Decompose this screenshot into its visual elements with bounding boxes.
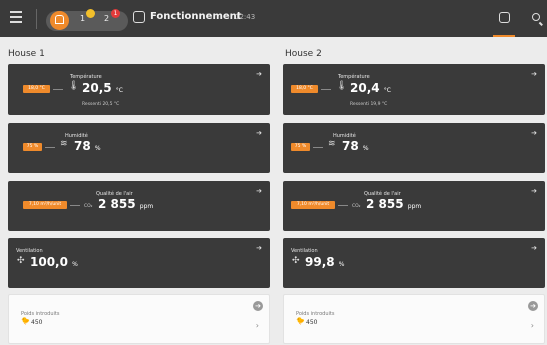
arrow-right-icon[interactable]: ➔ xyxy=(530,244,538,252)
air-quality-card[interactable]: ➔ 7,10 m³/h/unit Qualité de l'air CO₂ 2 … xyxy=(8,181,270,231)
top-bar: 1 2 1 Fonctionnement 12:43 xyxy=(0,0,547,37)
thermometer-icon: 🌡 xyxy=(336,81,348,91)
temperature-card[interactable]: ➔ 18,0 °C Température 🌡 20,5 °C Ressenti… xyxy=(8,64,270,115)
fan-icon: ✣ xyxy=(292,256,300,266)
card-label: Température xyxy=(70,74,102,80)
weight-value: 450 xyxy=(31,319,43,326)
chick-icon: 🐤 xyxy=(296,317,305,325)
setpoint-tag: 18,0 °C xyxy=(291,85,318,93)
weight-card[interactable]: ➔ › Poids introduits 450 🐤 xyxy=(283,294,545,344)
air-quality-card[interactable]: ➔ 7,10 m³/h/unit Qualité de l'air CO₂ 2 … xyxy=(283,181,545,231)
air-quality-value: 2 855 ppm xyxy=(366,197,422,211)
card-label: Ventilation xyxy=(16,248,43,254)
clock: 12:43 xyxy=(235,13,256,21)
arrow-right-icon[interactable]: ➔ xyxy=(255,244,263,252)
pill-item-1[interactable]: 1 xyxy=(80,14,85,23)
thermometer-icon: 🌡 xyxy=(68,81,80,91)
arrow-right-icon[interactable]: ➔ xyxy=(528,301,538,311)
home-icon xyxy=(55,15,64,24)
home-icon xyxy=(499,12,510,23)
active-indicator xyxy=(493,35,515,37)
arrow-right-icon[interactable]: ➔ xyxy=(253,301,263,311)
weight-value: 450 xyxy=(306,319,318,326)
setpoint-tag: 7,10 m³/h/unit xyxy=(23,201,67,209)
alert-badge-yellow xyxy=(86,9,95,18)
divider xyxy=(36,9,37,29)
arrow-right-icon[interactable]: ➔ xyxy=(530,70,538,78)
setpoint-tag: 75 % xyxy=(291,143,310,151)
card-label: Ventilation xyxy=(291,248,318,254)
humidity-card[interactable]: ➔ 75 % Humidité ≋ 78 % xyxy=(8,123,270,173)
status-icon xyxy=(133,11,145,23)
connector xyxy=(321,89,331,90)
ventilation-value: 100,0 % xyxy=(30,255,78,269)
chevron-right-icon[interactable]: › xyxy=(256,321,259,330)
status-label: Fonctionnement xyxy=(150,11,242,22)
humidity-value: 78 % xyxy=(74,139,101,153)
arrow-right-icon[interactable]: ➔ xyxy=(530,129,538,137)
fan-icon: ✣ xyxy=(17,256,25,266)
co2-label: CO₂ xyxy=(84,204,93,209)
humidity-card[interactable]: ➔ 75 % Humidité ≋ 78 % xyxy=(283,123,545,173)
temperature-value: 20,4 °C xyxy=(350,81,391,95)
ventilation-card[interactable]: ➔ Ventilation ✣ 99,8 % xyxy=(283,238,545,288)
alert-badge-red: 1 xyxy=(111,9,120,18)
humidity-value: 78 % xyxy=(342,139,369,153)
felt-temperature: Ressenti 19,9 °C xyxy=(350,102,388,107)
setpoint-tag: 75 % xyxy=(23,143,42,151)
connector xyxy=(70,205,80,206)
temperature-value: 20,5 °C xyxy=(82,81,123,95)
arrow-right-icon[interactable]: ➔ xyxy=(255,129,263,137)
air-quality-value: 2 855 ppm xyxy=(98,197,154,211)
co2-label: CO₂ xyxy=(352,204,361,209)
weight-card[interactable]: ➔ › Poids introduits 450 🐤 xyxy=(8,294,270,344)
ventilation-value: 99,8 % xyxy=(305,255,345,269)
arrow-right-icon[interactable]: ➔ xyxy=(255,70,263,78)
connector xyxy=(45,147,55,148)
house-title: House 1 xyxy=(8,49,45,59)
connector xyxy=(338,205,348,206)
house-title: House 2 xyxy=(285,49,322,59)
search-icon[interactable] xyxy=(532,13,540,21)
menu-icon[interactable] xyxy=(10,11,22,23)
chick-icon: 🐤 xyxy=(21,317,30,325)
ventilation-card[interactable]: ➔ Ventilation ✣ 100,0 % xyxy=(8,238,270,288)
humidity-icon: ≋ xyxy=(60,139,68,149)
humidity-icon: ≋ xyxy=(328,139,336,149)
setpoint-tag: 18,0 °C xyxy=(23,85,50,93)
setpoint-tag: 7,10 m³/h/unit xyxy=(291,201,335,209)
temperature-card[interactable]: ➔ 18,0 °C Température 🌡 20,4 °C Ressenti… xyxy=(283,64,545,115)
arrow-right-icon[interactable]: ➔ xyxy=(255,187,263,195)
card-label: Température xyxy=(338,74,370,80)
home-tab[interactable] xyxy=(493,0,515,37)
connector xyxy=(313,147,323,148)
pill-item-2[interactable]: 2 xyxy=(104,14,109,23)
connector xyxy=(53,89,63,90)
arrow-right-icon[interactable]: ➔ xyxy=(530,187,538,195)
chevron-right-icon[interactable]: › xyxy=(531,321,534,330)
felt-temperature: Ressenti 20,5 °C xyxy=(82,102,120,107)
